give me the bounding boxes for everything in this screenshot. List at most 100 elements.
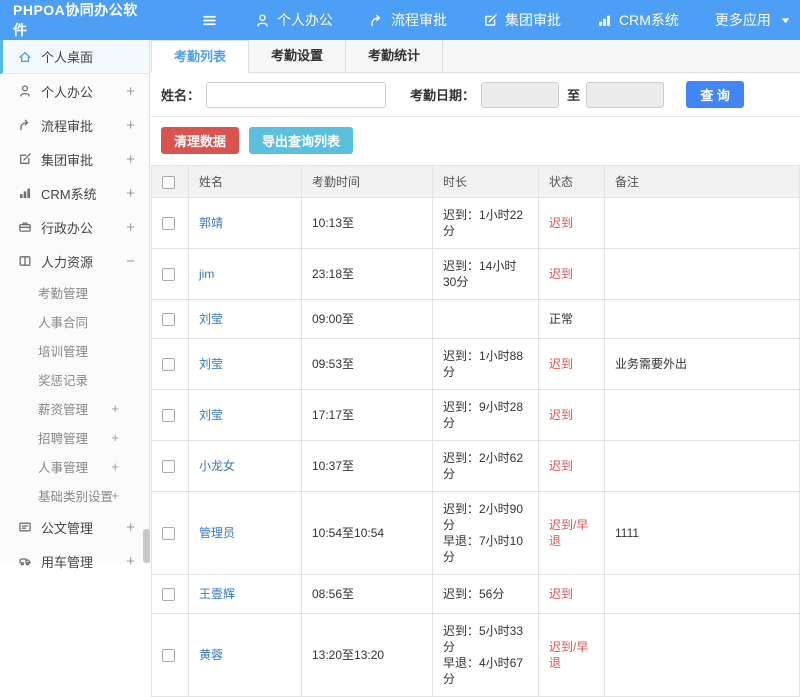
expand-plus-icon[interactable]: + [126, 519, 135, 536]
sidebar-item-label: 个人桌面 [41, 47, 93, 66]
duration-line: 迟到：2小时90分 [443, 501, 528, 533]
date-end-input[interactable] [586, 82, 664, 108]
employee-name-link[interactable]: 刘莹 [199, 312, 223, 326]
expand-plus-icon[interactable]: + [111, 401, 119, 416]
row-checkbox[interactable] [162, 313, 175, 326]
employee-name-link[interactable]: 刘莹 [199, 357, 223, 371]
status-badge: 正常 [549, 312, 573, 326]
home-icon [18, 50, 32, 64]
sidebar-subitem-7[interactable]: 人事管理+ [0, 452, 149, 481]
tab-3[interactable]: 考勤统计 [346, 40, 443, 72]
status-cell: 迟到 [539, 249, 605, 300]
expand-plus-icon[interactable]: + [126, 151, 135, 168]
tab-2[interactable]: 考勤设置 [249, 40, 346, 72]
sidebar-item-7[interactable]: 人力资源 − [0, 244, 149, 278]
sidebar-item-4[interactable]: 集团审批 + [0, 142, 149, 176]
topnav-item-1[interactable]: 个人办公 [255, 10, 333, 30]
tab-bar: 考勤列表考勤设置考勤统计 [151, 40, 800, 73]
duration-cell: 迟到：2小时90分早退：7小时10分 [433, 492, 539, 575]
name-cell: 管理员 [189, 492, 302, 575]
sidebar-subitem-3[interactable]: 培训管理 [0, 336, 149, 365]
collapse-minus-icon[interactable]: − [126, 253, 135, 270]
sidebar-subitem-4[interactable]: 奖惩记录 [0, 365, 149, 394]
row-checkbox[interactable] [162, 460, 175, 473]
edit-icon [18, 152, 32, 166]
sidebar-item-9[interactable]: 用车管理+ [0, 544, 149, 578]
expand-plus-icon[interactable]: + [126, 219, 135, 236]
flow-icon [369, 13, 384, 28]
topnav-item-2[interactable]: 流程审批 [369, 10, 447, 30]
row-checkbox[interactable] [162, 527, 175, 540]
sidebar-subitem-8[interactable]: 基础类别设置+ [0, 481, 149, 510]
sidebar-subitem-2[interactable]: 人事合同 [0, 307, 149, 336]
sidebar-item-label: 公文管理 [41, 518, 93, 537]
table-row: 王壹辉08:56至迟到：56分迟到 [152, 575, 800, 614]
sidebar-item-8[interactable]: 公文管理 + [0, 510, 149, 544]
expand-plus-icon[interactable]: + [126, 117, 135, 134]
name-cell: jim [189, 249, 302, 300]
expand-plus-icon[interactable]: + [111, 430, 119, 445]
employee-name-link[interactable]: jim [199, 267, 214, 281]
select-all-checkbox[interactable] [162, 176, 175, 189]
edit-icon [483, 13, 498, 28]
expand-plus-icon[interactable]: + [111, 488, 119, 503]
sidebar-subitem-6[interactable]: 招聘管理 + [0, 423, 149, 452]
attendance-time-cell: 08:56至 [302, 575, 433, 614]
sidebar-item-1[interactable]: 个人桌面 [0, 40, 149, 74]
query-button[interactable]: 查 询 [686, 81, 744, 108]
clean-data-button[interactable]: 清理数据 [161, 127, 239, 154]
duration-cell: 迟到：5小时33分早退：4小时67分 [433, 614, 539, 697]
checkbox-cell [152, 300, 189, 339]
expand-plus-icon[interactable]: + [126, 553, 135, 570]
duration-line: 迟到：1小时88分 [443, 348, 528, 380]
export-list-button[interactable]: 导出查询列表 [249, 127, 353, 154]
chart-icon [18, 186, 32, 200]
row-checkbox[interactable] [162, 217, 175, 230]
duration-cell: 迟到：14小时30分 [433, 249, 539, 300]
employee-name-link[interactable]: 黄蓉 [199, 648, 223, 662]
name-input[interactable] [206, 82, 386, 108]
employee-name-link[interactable]: 管理员 [199, 526, 235, 540]
tab-1[interactable]: 考勤列表 [151, 40, 249, 73]
sidebar-subitem-label: 招聘管理 [38, 428, 88, 447]
row-checkbox[interactable] [162, 588, 175, 601]
employee-name-link[interactable]: 王壹辉 [199, 587, 235, 601]
expand-plus-icon[interactable]: + [111, 459, 119, 474]
date-start-input[interactable] [481, 82, 559, 108]
sidebar-item-label: 个人办公 [41, 82, 93, 101]
attendance-time-cell: 17:17至 [302, 390, 433, 441]
employee-name-link[interactable]: 郭靖 [199, 216, 223, 230]
expand-plus-icon[interactable]: + [126, 185, 135, 202]
topbar: PHPOA协同办公软件 个人办公流程审批集团审批CRM系统更多应用 [0, 0, 800, 40]
sidebar-item-5[interactable]: CRM系统+ [0, 176, 149, 210]
sidebar-scrollbar[interactable] [143, 529, 150, 563]
sidebar-item-label: 集团审批 [41, 150, 93, 169]
status-badge: 迟到 [549, 587, 573, 601]
checkbox-cell [152, 390, 189, 441]
topnav-item-5[interactable]: 更多应用 [715, 10, 793, 30]
caret-down-icon [778, 13, 793, 28]
row-checkbox[interactable] [162, 649, 175, 662]
sidebar-subitem-1[interactable]: 考勤管理 [0, 278, 149, 307]
hamburger-menu-icon[interactable] [202, 13, 217, 28]
row-checkbox[interactable] [162, 409, 175, 422]
sidebar-item-label: 人力资源 [41, 252, 93, 271]
sidebar-item-2[interactable]: 个人办公 + [0, 74, 149, 108]
sidebar-item-6[interactable]: 行政办公+ [0, 210, 149, 244]
attendance-time-cell: 10:54至10:54 [302, 492, 433, 575]
user-icon [255, 13, 270, 28]
topnav-item-4[interactable]: CRM系统 [597, 10, 679, 30]
employee-name-link[interactable]: 刘莹 [199, 408, 223, 422]
topnav-item-3[interactable]: 集团审批 [483, 10, 561, 30]
row-checkbox[interactable] [162, 358, 175, 371]
sidebar-subitem-5[interactable]: 薪资管理+ [0, 394, 149, 423]
sidebar-item-3[interactable]: 流程审批+ [0, 108, 149, 142]
topnav-item-label: 个人办公 [277, 10, 333, 30]
checkbox-cell [152, 614, 189, 697]
row-checkbox[interactable] [162, 268, 175, 281]
employee-name-link[interactable]: 小龙女 [199, 459, 235, 473]
status-cell: 迟到 [539, 441, 605, 492]
expand-plus-icon[interactable]: + [126, 83, 135, 100]
table-row: 刘莹17:17至迟到：9小时28分迟到 [152, 390, 800, 441]
status-cell: 迟到 [539, 390, 605, 441]
